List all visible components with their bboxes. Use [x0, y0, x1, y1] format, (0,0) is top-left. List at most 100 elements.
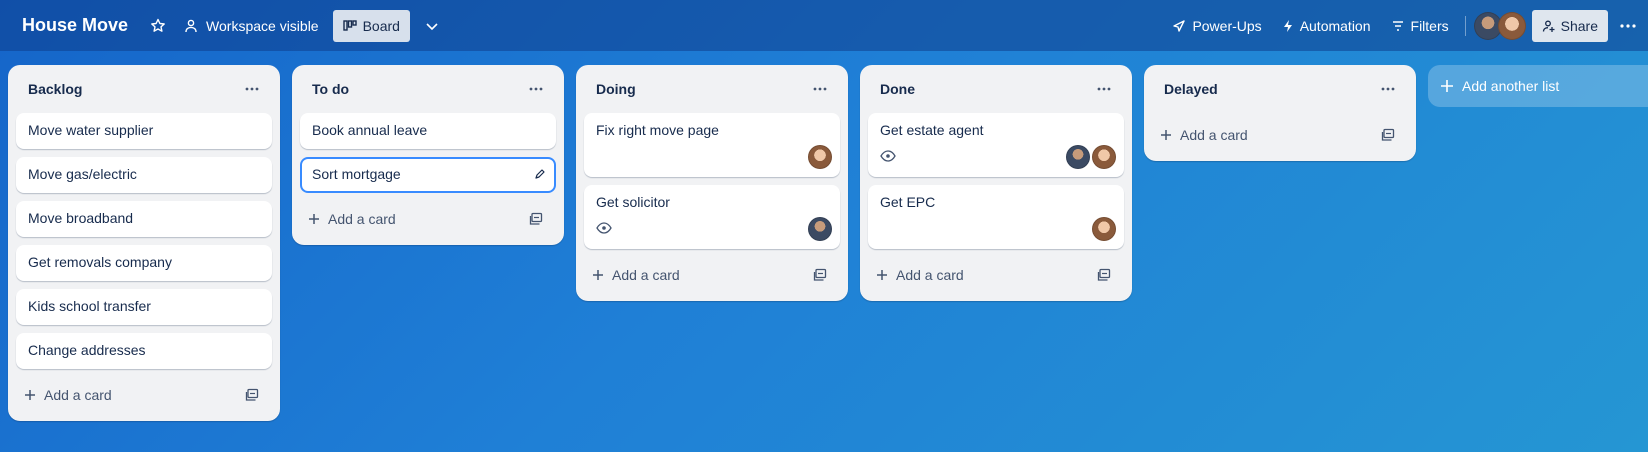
- list-title[interactable]: Backlog: [28, 81, 82, 97]
- header-divider: [1464, 15, 1466, 36]
- card-template-icon: [529, 212, 543, 225]
- avatar[interactable]: [1066, 145, 1090, 169]
- avatar[interactable]: [808, 145, 832, 169]
- view-switcher-button[interactable]: [416, 10, 448, 42]
- avatar[interactable]: [808, 217, 832, 241]
- more-horizontal-icon: [1620, 23, 1636, 28]
- list-title[interactable]: To do: [312, 81, 349, 97]
- list-menu-button[interactable]: [520, 73, 552, 105]
- card[interactable]: Kids school transfer: [16, 289, 272, 325]
- card-title: Get removals company: [28, 254, 172, 270]
- card[interactable]: Book annual leave: [300, 113, 556, 149]
- avatar[interactable]: [1092, 145, 1116, 169]
- add-list-label: Add another list: [1462, 78, 1560, 94]
- card-title: Move water supplier: [28, 122, 154, 138]
- add-card-button[interactable]: Add a card: [868, 257, 1124, 293]
- list-menu-button[interactable]: [236, 73, 268, 105]
- card[interactable]: Fix right move page: [584, 113, 840, 177]
- filters-button[interactable]: Filters: [1381, 10, 1459, 42]
- list-header: Doing: [584, 65, 840, 113]
- card[interactable]: Get estate agent: [868, 113, 1124, 177]
- list-to-do: To do Book annual leave Sort mortgage Ad…: [292, 65, 564, 245]
- board-menu-button[interactable]: [1612, 10, 1644, 42]
- add-list-button[interactable]: Add another list: [1428, 65, 1648, 107]
- pencil-icon: [535, 169, 545, 179]
- card[interactable]: Move water supplier: [16, 113, 272, 149]
- avatar[interactable]: [1092, 217, 1116, 241]
- card-title: Sort mortgage: [312, 166, 401, 182]
- card[interactable]: Get solicitor: [584, 185, 840, 249]
- board-title[interactable]: House Move: [22, 15, 128, 36]
- card-title: Kids school transfer: [28, 298, 151, 314]
- list-title[interactable]: Delayed: [1164, 81, 1218, 97]
- card-title: Get estate agent: [880, 122, 984, 138]
- card-title: Move broadband: [28, 210, 134, 226]
- card-template-icon: [245, 388, 259, 401]
- card[interactable]: Change addresses: [16, 333, 272, 369]
- create-from-template-button[interactable]: [804, 259, 836, 291]
- filter-icon: [1392, 20, 1403, 31]
- list-backlog: Backlog Move water supplier Move gas/ele…: [8, 65, 280, 421]
- card[interactable]: Move broadband: [16, 201, 272, 237]
- avatar[interactable]: [1497, 11, 1526, 40]
- board-view-label: Board: [362, 17, 400, 34]
- person-add-icon: [1542, 20, 1555, 32]
- card-template-icon: [1381, 128, 1395, 141]
- card-members: [1092, 217, 1116, 241]
- automation-button[interactable]: Automation: [1272, 10, 1381, 42]
- card[interactable]: Sort mortgage: [300, 157, 556, 193]
- add-card-label: Add a card: [1180, 127, 1248, 143]
- board-icon: [342, 19, 357, 31]
- more-horizontal-icon: [813, 87, 827, 91]
- add-card-button[interactable]: Add a card: [16, 377, 272, 413]
- board-members: [1473, 11, 1526, 40]
- card-badges: [596, 216, 828, 240]
- plus-icon: [309, 214, 319, 224]
- create-from-template-button[interactable]: [520, 203, 552, 235]
- filters-label: Filters: [1410, 17, 1449, 34]
- add-card-button[interactable]: Add a card: [1152, 117, 1408, 153]
- list-done: Done Get estate agent Get EPC Add a card: [860, 65, 1132, 301]
- star-button[interactable]: [142, 10, 174, 42]
- card[interactable]: Move gas/electric: [16, 157, 272, 193]
- more-horizontal-icon: [1381, 87, 1395, 91]
- create-from-template-button[interactable]: [236, 379, 268, 411]
- edit-card-button[interactable]: [534, 167, 546, 183]
- eye-icon: [880, 150, 896, 162]
- list-menu-button[interactable]: [1088, 73, 1120, 105]
- add-card-label: Add a card: [44, 387, 112, 403]
- card-template-icon: [1097, 268, 1111, 281]
- card-members: [808, 217, 832, 241]
- create-from-template-button[interactable]: [1088, 259, 1120, 291]
- list-doing: Doing Fix right move page Get solicitor …: [576, 65, 848, 301]
- list-title[interactable]: Doing: [596, 81, 636, 97]
- add-card-button[interactable]: Add a card: [300, 201, 556, 237]
- plus-icon: [877, 270, 887, 280]
- share-button[interactable]: Share: [1531, 9, 1608, 42]
- share-label: Share: [1560, 17, 1598, 34]
- board-view-button[interactable]: Board: [332, 9, 410, 42]
- people-icon: [185, 19, 197, 32]
- card[interactable]: Get removals company: [16, 245, 272, 281]
- create-from-template-button[interactable]: [1372, 119, 1404, 151]
- list-menu-button[interactable]: [1372, 73, 1404, 105]
- plus-icon: [1441, 80, 1453, 92]
- card-members: [1066, 145, 1116, 169]
- visibility-button[interactable]: Workspace visible: [174, 10, 329, 42]
- list-header: Backlog: [16, 65, 272, 113]
- lightning-icon: [1283, 19, 1292, 32]
- list-title[interactable]: Done: [880, 81, 915, 97]
- card[interactable]: Get EPC: [868, 185, 1124, 249]
- powerups-button[interactable]: Power-Ups: [1162, 10, 1271, 42]
- add-card-button[interactable]: Add a card: [584, 257, 840, 293]
- powerups-label: Power-Ups: [1192, 17, 1262, 34]
- add-card-label: Add a card: [896, 267, 964, 283]
- card-title: Get solicitor: [596, 194, 670, 210]
- plus-icon: [25, 390, 35, 400]
- eye-icon: [596, 222, 612, 234]
- list-menu-button[interactable]: [804, 73, 836, 105]
- add-card-label: Add a card: [328, 211, 396, 227]
- card-title: Change addresses: [28, 342, 146, 358]
- visibility-label: Workspace visible: [206, 17, 319, 34]
- card-title: Book annual leave: [312, 122, 428, 138]
